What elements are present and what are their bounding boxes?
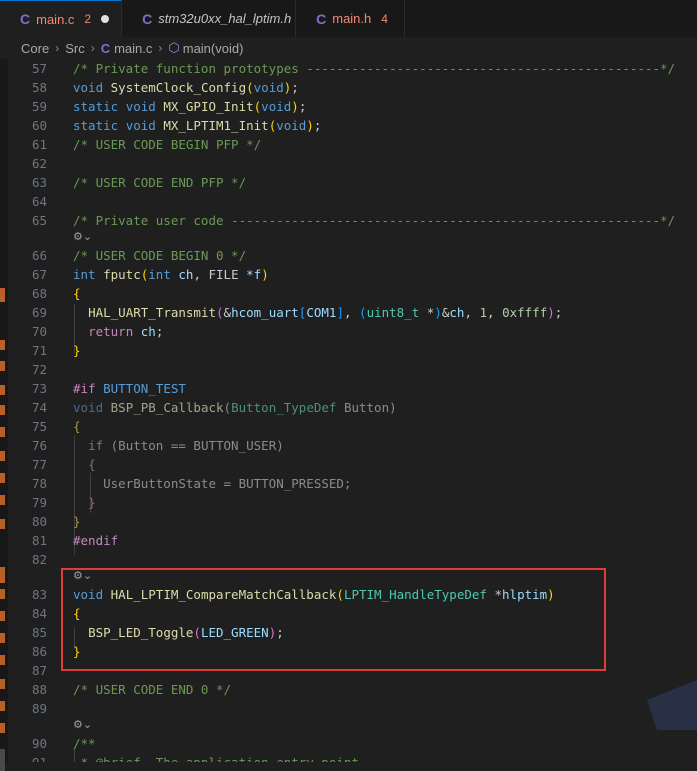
change-marker — [0, 723, 5, 733]
activity-edge-strip — [0, 59, 8, 771]
code-line: 80} — [31, 514, 81, 529]
change-marker — [0, 385, 5, 395]
chevron-right-icon: › — [55, 41, 60, 55]
c-file-icon: C — [316, 10, 327, 27]
tab-main-h[interactable]: C main.h 4 — [296, 0, 406, 37]
code-line: 61/* USER CODE BEGIN PFP */ — [31, 137, 262, 152]
unsaved-dot-icon[interactable] — [101, 15, 110, 23]
code-line: 58 void SystemClock_Config(void); — [31, 80, 299, 95]
change-marker — [0, 679, 5, 689]
tab-main-c[interactable]: C main.c 2 — [0, 0, 123, 37]
change-marker — [0, 288, 5, 302]
code-line: 81 #endif — [31, 533, 119, 548]
code-line: 74 void BSP_PB_Callback(Button_TypeDef Bu… — [31, 400, 397, 415]
change-marker — [0, 340, 5, 350]
code-line: 64 — [31, 194, 47, 209]
code-line: 63/* USER CODE END PFP */ — [31, 175, 247, 190]
code-line: 68{ — [31, 286, 81, 301]
code-line: 75{ — [31, 419, 81, 434]
change-marker — [0, 405, 5, 415]
code-line: 67 int fputc(int ch, FILE *f) — [31, 267, 269, 282]
change-marker — [0, 701, 5, 711]
change-marker — [0, 361, 5, 371]
code-line: 60 static void MX_LPTIM1_Init(void); — [31, 118, 322, 133]
breadcrumb: Core › Src › C main.c › ⬡ main(void) — [0, 37, 697, 59]
c-file-icon: C — [142, 10, 153, 27]
code-line: 78 UserButtonState = BUTTON_PRESSED; — [31, 476, 352, 491]
function-cube-icon: ⬡ — [168, 40, 180, 55]
breadcrumb-symbol[interactable]: main(void) — [183, 41, 244, 56]
code-line: 71} — [31, 343, 81, 358]
change-marker — [0, 749, 5, 771]
code-editor[interactable]: 57/* Private function prototypes -------… — [8, 59, 697, 762]
code-line: 77 { — [31, 457, 96, 472]
editor-tab-bar: C main.c 2 C stm32u0xx_hal_lptim.h C mai… — [0, 0, 697, 38]
problem-count: 4 — [381, 11, 388, 26]
code-line: 70 return ch; — [31, 324, 164, 339]
watermark-logo-icon — [647, 680, 697, 730]
tab-label: stm32u0xx_hal_lptim.h — [158, 11, 292, 26]
change-marker — [0, 589, 5, 599]
c-file-icon: C — [20, 11, 31, 27]
code-line: 59 static void MX_GPIO_Init(void); — [31, 99, 307, 114]
change-marker — [0, 655, 5, 665]
breadcrumb-core[interactable]: Core — [21, 41, 49, 56]
chevron-right-icon: › — [158, 41, 163, 55]
change-marker — [0, 633, 5, 643]
code-line: 79 } — [31, 495, 96, 510]
breadcrumb-src[interactable]: Src — [65, 41, 85, 56]
code-line: 90/** — [31, 736, 96, 751]
codelens-row: ⚙⌄ — [8, 715, 697, 734]
code-line: 73 #if BUTTON_TEST — [31, 381, 186, 396]
code-line: 69 HAL_UART_Transmit(&hcom_uart[COM1], (… — [31, 305, 563, 320]
tab-stm32u0xx-hal-lptim-h[interactable]: C stm32u0xx_hal_lptim.h — [122, 0, 297, 37]
code-line: 57/* Private function prototypes -------… — [31, 61, 676, 76]
change-marker — [0, 567, 5, 583]
copilot-sparkle-icon[interactable]: ⚙⌄ — [73, 227, 92, 246]
change-marker — [0, 451, 5, 461]
code-line: 76 if (Button == BUTTON_USER) — [31, 438, 284, 453]
chevron-right-icon: › — [90, 41, 95, 55]
problem-count: 2 — [84, 12, 92, 26]
highlight-box — [61, 568, 606, 671]
copilot-sparkle-icon[interactable]: ⚙⌄ — [73, 715, 92, 734]
code-line: 72 — [31, 362, 47, 377]
change-marker — [0, 519, 5, 529]
change-marker — [0, 427, 5, 437]
code-line: 88/* USER CODE END 0 */ — [31, 682, 232, 697]
code-line: 62 — [31, 156, 47, 171]
change-marker — [0, 495, 5, 505]
code-line: 66/* USER CODE BEGIN 0 */ — [31, 248, 247, 263]
codelens-row: ⚙⌄ — [8, 227, 697, 246]
c-file-icon: C — [100, 40, 111, 56]
code-line: 91 * @brief The application entry point. — [8, 753, 697, 762]
change-marker — [0, 611, 5, 621]
tab-label: main.h — [332, 11, 372, 26]
breadcrumb-file[interactable]: main.c — [114, 41, 152, 56]
change-marker — [0, 473, 5, 483]
tab-label: main.c — [36, 11, 75, 27]
